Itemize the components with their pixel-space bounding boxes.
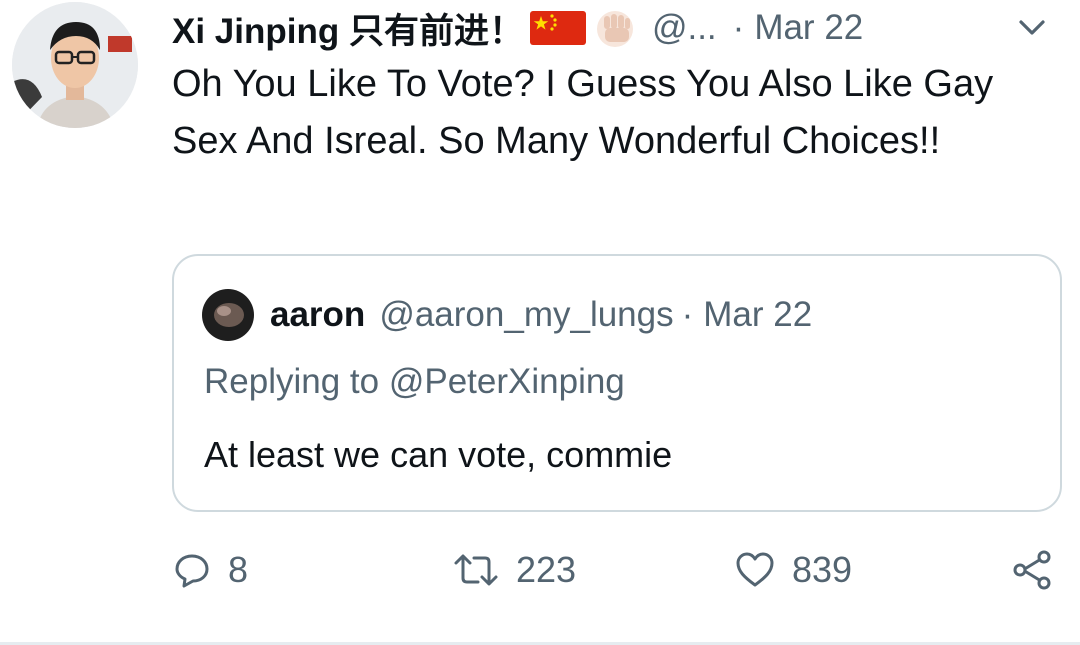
quoted-tweet-text: At least we can vote, commie [204, 434, 673, 475]
tweet-action-bar: 8 223 839 [172, 540, 1060, 600]
quoted-author-avatar [202, 289, 254, 341]
separator-dot: · [732, 8, 745, 47]
share-icon [1013, 550, 1051, 590]
like-count: 839 [792, 549, 853, 590]
tweet-date[interactable]: Mar 22 [754, 8, 863, 48]
retweet-icon [454, 554, 498, 586]
tweet-text: Oh You Like To Vote? I Guess You Also Li… [172, 63, 994, 162]
author-avatar[interactable] [12, 2, 138, 128]
replying-to-text: Replying to @PeterXinping [204, 362, 625, 401]
quoted-author-handle[interactable]: @aaron_my_lungs [379, 295, 673, 335]
china-flag-icon [529, 11, 586, 45]
author-handle[interactable]: @... [652, 8, 717, 48]
retweet-count: 223 [516, 549, 577, 590]
reply-count: 8 [228, 549, 249, 590]
share-button[interactable] [1010, 540, 1054, 600]
quoted-tweet-header: aaron @aaron_my_lungs · Mar 22 [202, 289, 812, 341]
heart-icon [736, 552, 774, 587]
chevron-down-icon[interactable] [1012, 8, 1052, 48]
quoted-author-name[interactable]: aaron [270, 295, 365, 335]
reply-icon [175, 554, 209, 588]
tweet-header: Xi Jinping 只有前进！ @... · Mar 22 [172, 8, 1060, 51]
like-button[interactable]: 839 [734, 540, 852, 600]
avatar-image [12, 2, 138, 128]
quoted-tweet-date[interactable]: Mar 22 [703, 295, 812, 335]
raised-fist-icon [596, 11, 633, 47]
quoted-separator-dot: · [681, 295, 694, 334]
reply-button[interactable]: 8 [172, 540, 248, 600]
quoted-tweet-card[interactable]: aaron @aaron_my_lungs · Mar 22 Replying … [172, 254, 1062, 512]
quoted-avatar-image [202, 289, 254, 341]
retweet-button[interactable]: 223 [452, 540, 576, 600]
author-name[interactable]: Xi Jinping 只有前进！ [172, 3, 524, 54]
